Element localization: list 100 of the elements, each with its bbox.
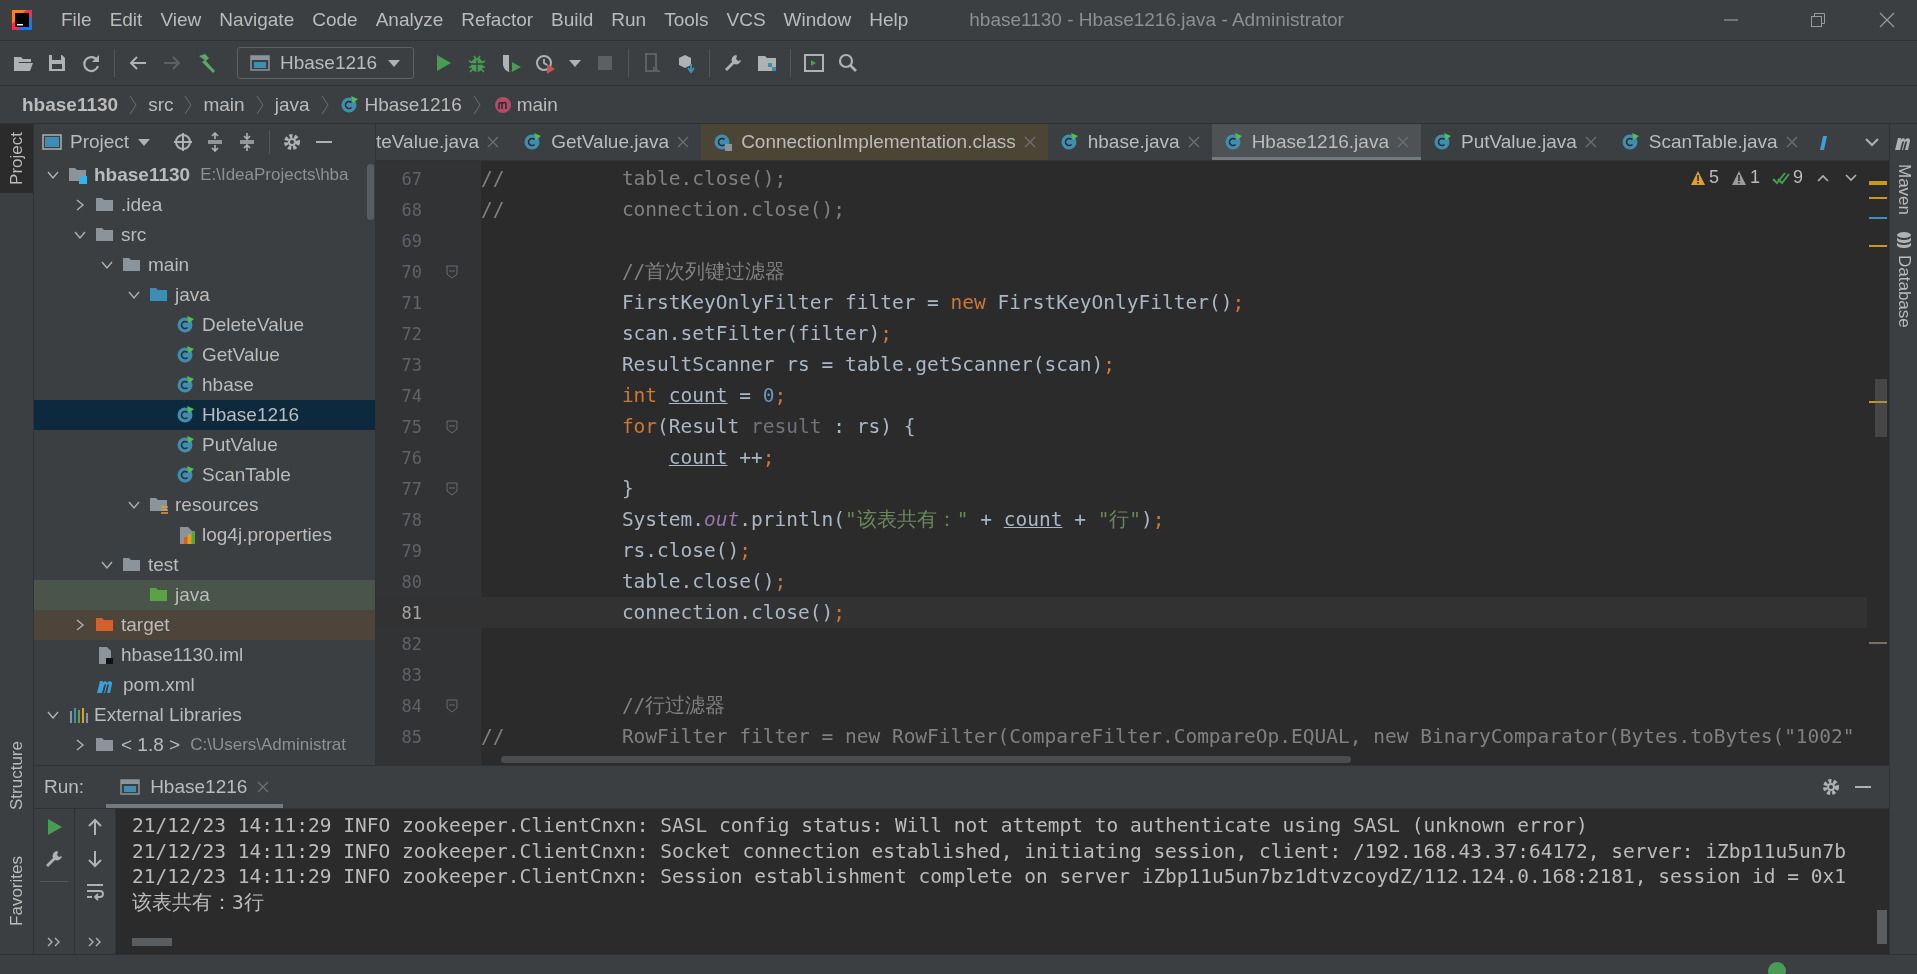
menu-item[interactable]: Run — [602, 9, 656, 31]
wrench-icon[interactable] — [44, 849, 64, 869]
editor-tab[interactable]: teValue.java — [376, 124, 512, 160]
project-view-dropdown[interactable]: Project — [38, 131, 156, 153]
save-icon[interactable] — [46, 52, 68, 74]
scrollbar-thumb[interactable] — [1877, 910, 1887, 944]
editor-tab[interactable]: PutValue.java — [1420, 124, 1609, 160]
soft-wrap-icon[interactable] — [85, 881, 105, 901]
tree-item[interactable]: resources — [34, 490, 375, 520]
tree-item[interactable]: < 1.8 > C:\Users\Administrat — [34, 730, 375, 760]
tree-item[interactable]: External Libraries — [34, 700, 375, 730]
menu-item[interactable]: Code — [303, 9, 367, 31]
console-line: 21/12/23 14:11:29 INFO zookeeper.ClientCnxn: Session establishment complete on server iZbp11u5un7bz1dtvzcoydZ/112.124.0.168:2181, session id = 0x1 — [132, 864, 1848, 890]
scrollbar-thumb[interactable] — [1875, 379, 1887, 437]
close-icon[interactable] — [677, 136, 690, 148]
close-icon[interactable] — [1187, 136, 1200, 148]
breadcrumb[interactable]: Hbase1216 — [335, 93, 466, 116]
window-title: hbase1130 - Hbase1216.java - Administrator — [969, 9, 1344, 31]
breadcrumb[interactable]: main — [487, 93, 562, 116]
tree-item[interactable]: GetValue — [34, 340, 375, 370]
editor-tab[interactable]: Hbase1216.java — [1211, 124, 1421, 160]
editor-tab[interactable]: ScanTable.java — [1608, 124, 1810, 160]
passed-checks-indicator[interactable]: 9 — [1772, 167, 1803, 188]
tree-item[interactable]: java — [34, 580, 375, 610]
settings-icon[interactable] — [282, 132, 303, 152]
tree-item[interactable]: .idea — [34, 190, 375, 220]
code-line: ResultScanner rs = table.getScanner(scan); — [620, 353, 1115, 376]
class-icon — [176, 375, 196, 395]
caret-icon[interactable] — [568, 58, 583, 68]
restore-icon[interactable] — [1810, 12, 1826, 28]
menu-item[interactable]: Help — [860, 9, 918, 31]
tree-item[interactable]: pom.xml — [34, 670, 375, 700]
editor-tab[interactable]: ConnectionImplementation.class — [701, 124, 1048, 160]
run-tab[interactable]: Hbase1216 — [106, 766, 284, 808]
horizontal-scrollbar[interactable] — [501, 756, 1351, 763]
tree-item[interactable]: main — [34, 250, 375, 280]
more-icon[interactable] — [46, 936, 62, 948]
menu-item[interactable]: Refactor — [452, 9, 543, 31]
tree-item[interactable]: src — [34, 220, 375, 250]
settings-icon[interactable] — [1821, 777, 1841, 797]
profiler-icon[interactable] — [534, 52, 557, 74]
tree-item[interactable]: hbase1130.iml — [34, 640, 375, 670]
more-icon[interactable] — [87, 936, 103, 948]
tool-window-tab[interactable]: Maven — [1893, 156, 1914, 224]
tree-item[interactable]: target — [34, 610, 375, 640]
fold-marker-icon[interactable] — [445, 264, 458, 279]
menu-item[interactable]: Build — [542, 9, 603, 31]
tree-item[interactable]: hbase1130 E:\IdeaProjects\hba — [34, 160, 375, 190]
breadcrumb[interactable]: java — [270, 93, 314, 116]
code-line: connection.close(); — [620, 601, 845, 624]
class-icon — [339, 94, 360, 115]
tool-window-tab[interactable]: Structure — [0, 733, 33, 819]
down-arrow-icon[interactable] — [85, 849, 105, 869]
libraries-icon — [68, 705, 88, 725]
fold-marker-icon[interactable] — [445, 481, 458, 496]
fold-marker-icon[interactable] — [445, 698, 458, 713]
horizontal-scrollbar[interactable] — [132, 938, 172, 946]
class-icon — [1620, 132, 1641, 152]
menu-item[interactable]: View — [151, 9, 211, 31]
tool-window-tab[interactable]: Database — [1893, 223, 1914, 336]
menu-item[interactable]: Analyze — [366, 9, 453, 31]
close-icon[interactable] — [1023, 136, 1036, 148]
coverage-icon[interactable] — [500, 52, 523, 74]
close-icon[interactable] — [257, 781, 270, 793]
editor-tab[interactable]: hbase.java — [1047, 124, 1212, 160]
tool-window-tab[interactable]: Project — [0, 124, 33, 193]
close-icon[interactable] — [1584, 136, 1597, 148]
menu-item[interactable]: Navigate — [210, 9, 304, 31]
menu-item[interactable]: File — [52, 9, 101, 31]
tree-item[interactable]: test — [34, 550, 375, 580]
breadcrumb[interactable]: main — [199, 93, 249, 116]
tree-item[interactable]: hbase — [34, 370, 375, 400]
menu-item[interactable]: Edit — [100, 9, 152, 31]
window-icon — [120, 778, 141, 796]
breadcrumb[interactable]: src — [144, 93, 178, 116]
tree-item[interactable]: log4j.properties — [34, 520, 375, 550]
tree-item[interactable]: ScanTable — [34, 460, 375, 490]
scrollbar-thumb[interactable] — [367, 164, 374, 220]
tree-item[interactable]: DeleteValue — [34, 310, 375, 340]
locate-icon[interactable] — [173, 132, 194, 152]
notification-badge-icon[interactable] — [1767, 959, 1787, 974]
close-icon[interactable] — [487, 136, 500, 148]
fold-marker-icon[interactable] — [445, 419, 458, 434]
close-icon[interactable] — [1879, 12, 1895, 28]
code-line: int count = 0; — [620, 384, 787, 407]
tree-item[interactable]: java — [34, 280, 375, 310]
menu-item[interactable]: VCS — [717, 9, 775, 31]
tree-item[interactable]: Hbase1216 — [34, 400, 375, 430]
run-configuration-dropdown[interactable]: Hbase1216 — [237, 47, 415, 79]
breadcrumb[interactable]: hbase1130 — [18, 93, 123, 116]
terminal-window-icon[interactable] — [803, 52, 826, 74]
warnings-indicator[interactable]: 5 — [1689, 167, 1719, 188]
menu-item[interactable]: Tools — [655, 9, 718, 31]
chevron-icon — [128, 93, 139, 116]
tree-item[interactable]: PutValue — [34, 430, 375, 460]
weak-warnings-indicator[interactable]: 1 — [1730, 167, 1760, 188]
close-icon[interactable] — [1785, 136, 1798, 148]
menu-item[interactable]: Window — [774, 9, 861, 31]
tool-window-tab[interactable]: Favorites — [0, 848, 33, 934]
editor-tab[interactable]: GetValue.java — [511, 124, 702, 160]
